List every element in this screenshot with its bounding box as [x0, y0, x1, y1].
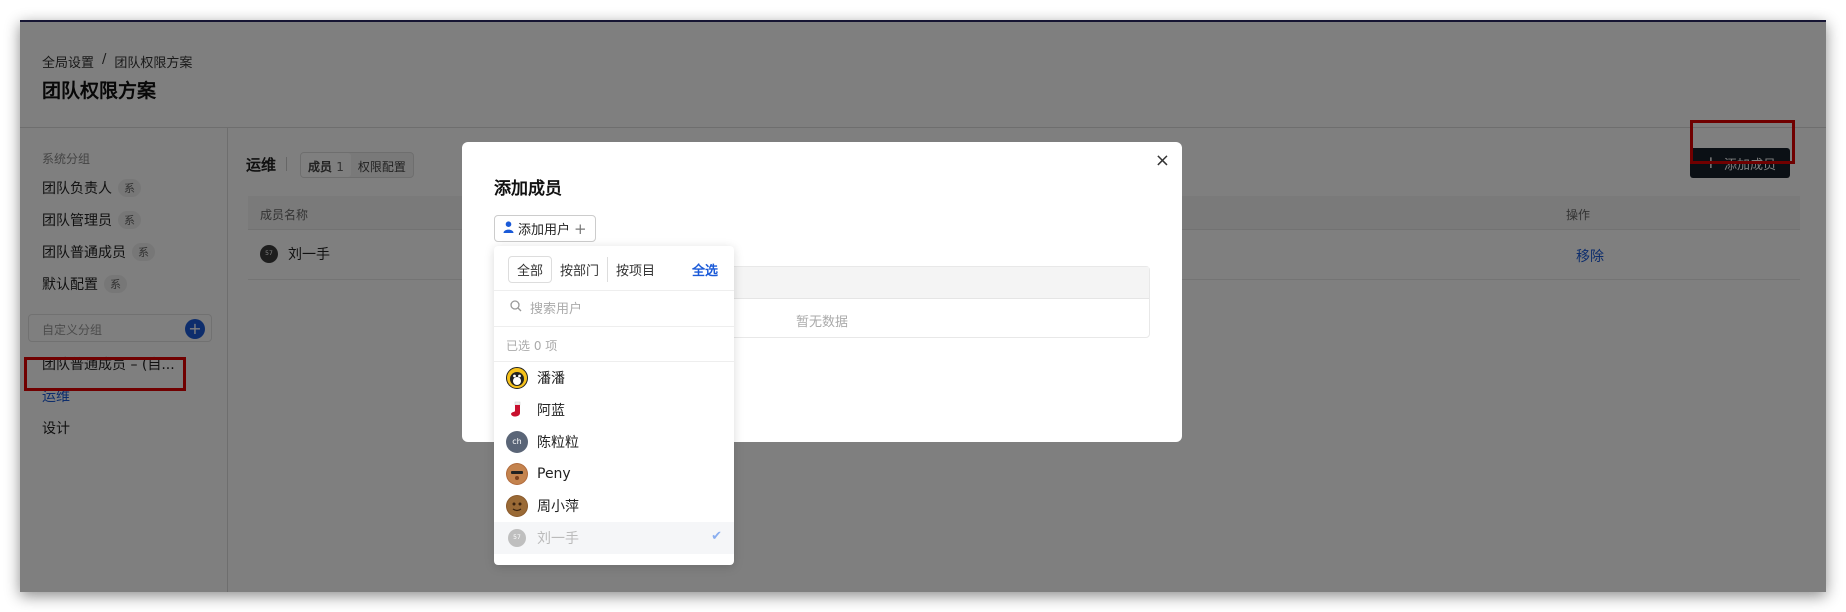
user-option-selected[interactable]: 57 刘一手 ✔	[494, 522, 734, 554]
add-user-label: 添加用户	[518, 223, 571, 238]
avatar	[506, 367, 528, 389]
close-icon[interactable]: ×	[1155, 150, 1170, 171]
tab-by-project[interactable]: 按项目	[608, 257, 663, 282]
person-icon	[503, 221, 514, 236]
select-all-link[interactable]: 全选	[692, 260, 718, 279]
check-icon: ✔	[711, 529, 722, 544]
dialog-title: 添加成员	[494, 179, 562, 199]
search-placeholder: 搜索用户	[530, 302, 583, 317]
user-option[interactable]: ch 陈粒粒	[494, 426, 734, 458]
avatar: ch	[506, 431, 528, 453]
avatar	[506, 463, 528, 485]
user-name: 周小萍	[537, 499, 579, 515]
user-option[interactable]: 潘潘	[494, 362, 734, 394]
user-name: Peny	[537, 466, 571, 482]
selected-count: 已选 0 项	[506, 339, 558, 353]
user-option[interactable]: Peny	[494, 458, 734, 490]
search-icon	[510, 299, 522, 316]
divider	[494, 290, 734, 291]
search-input[interactable]: 搜索用户	[510, 298, 582, 317]
avatar: 57	[508, 529, 526, 547]
user-option[interactable]: 周小萍	[494, 490, 734, 522]
tab-by-department[interactable]: 按部门	[552, 256, 609, 282]
tab-all[interactable]: 全部	[508, 255, 553, 283]
avatar	[506, 495, 528, 517]
app-window: 全局设置 / 团队权限方案 团队权限方案 系统分组 团队负责人 系 团队管理员 …	[20, 20, 1826, 592]
divider	[494, 326, 734, 327]
user-name: 阿蓝	[537, 403, 565, 419]
user-name: 陈粒粒	[537, 435, 579, 451]
user-option[interactable]: 阿蓝	[494, 394, 734, 426]
user-picker-dropdown: 全部 按部门 按项目 全选 搜索用户 已选 0 项 潘潘 阿蓝 ch 陈粒粒 P…	[494, 246, 734, 565]
add-user-button[interactable]: 添加用户 +	[494, 215, 596, 242]
user-name: 刘一手	[537, 531, 579, 547]
user-name: 潘潘	[537, 371, 565, 387]
avatar	[506, 399, 528, 421]
picker-tabs: 全部 按部门 按项目	[508, 255, 663, 283]
plus-icon: +	[574, 219, 587, 238]
